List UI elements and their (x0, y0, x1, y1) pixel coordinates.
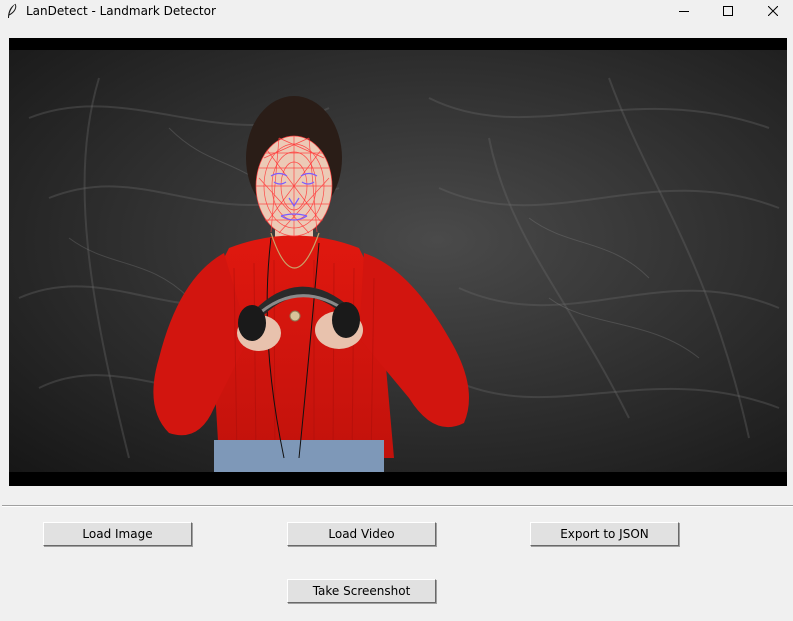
separator (2, 505, 793, 507)
minimize-icon (679, 11, 689, 12)
take-screenshot-button[interactable]: Take Screenshot (287, 579, 436, 603)
export-json-button[interactable]: Export to JSON (530, 522, 679, 546)
feather-icon (8, 3, 17, 18)
maximize-button[interactable] (705, 0, 751, 22)
load-video-button[interactable]: Load Video (287, 522, 436, 546)
close-icon (768, 6, 778, 16)
window-title: LanDetect - Landmark Detector (26, 4, 216, 18)
app-window: LanDetect - Landmark Detector Load Image… (0, 0, 793, 621)
load-image-button[interactable]: Load Image (43, 522, 192, 546)
close-button[interactable] (750, 0, 793, 22)
title-bar[interactable]: LanDetect - Landmark Detector (0, 0, 793, 22)
studio-backdrop (9, 50, 787, 472)
face-mesh-overlay (255, 135, 333, 237)
maximize-icon (723, 6, 733, 16)
minimize-button[interactable] (661, 0, 707, 22)
video-preview-canvas (9, 38, 787, 486)
video-frame (9, 38, 787, 486)
